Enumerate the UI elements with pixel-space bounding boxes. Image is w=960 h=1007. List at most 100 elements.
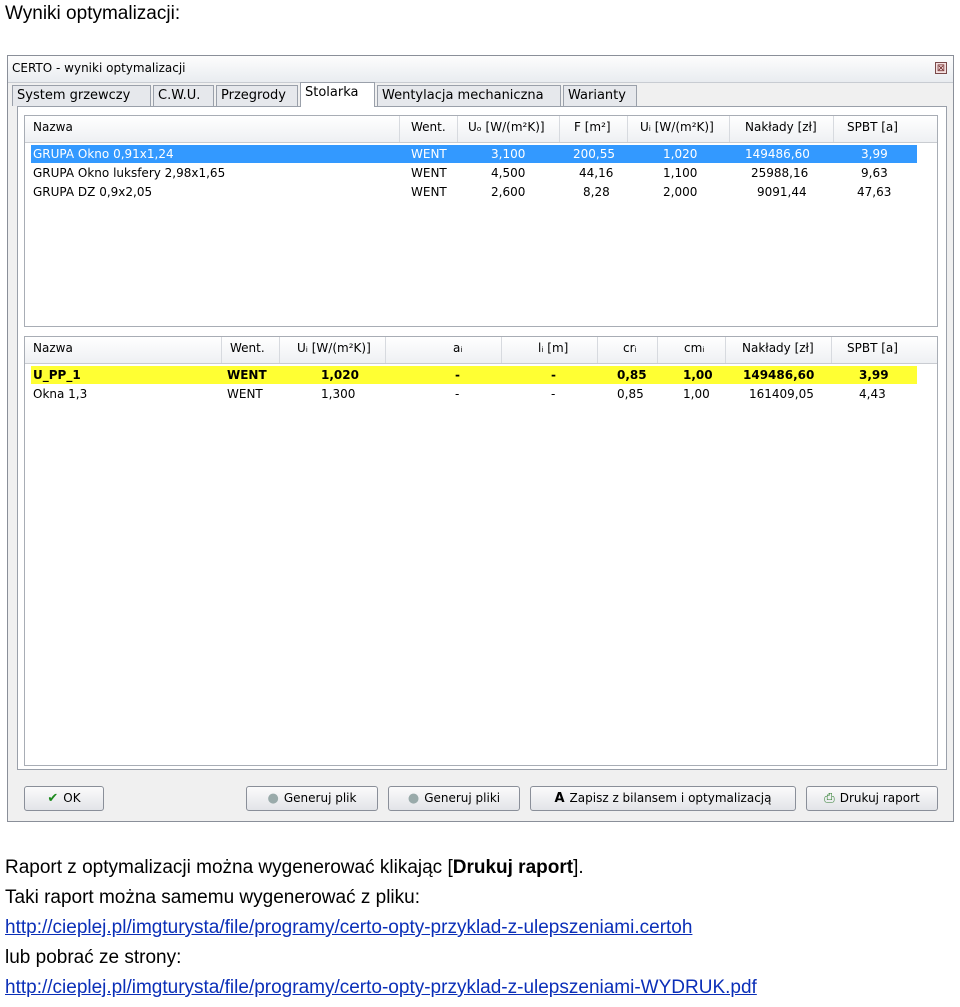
pdf-report-link[interactable]: http://cieplej.pl/imgturysta/file/progra… [5, 977, 757, 999]
stolarka-panel: Nazwa Went. Uₒ [W/(m²K)] F [m²] Uᵢ [W/(m… [17, 106, 947, 770]
cell-ui: 1,020 [321, 368, 359, 382]
cell-name: GRUPA Okno luksfery 2,98x1,65 [33, 166, 226, 180]
column-header[interactable]: Uᵢ [W/(m²K)] [640, 120, 714, 134]
cell-cr: 0,85 [617, 387, 644, 401]
cell-cr: 0,85 [617, 368, 647, 382]
cell-cost: 149486,60 [743, 368, 815, 382]
cell-cost: 25988,16 [751, 166, 809, 180]
bold-button-reference: Drukuj raport [452, 857, 574, 878]
cell-l: - [551, 368, 556, 382]
save-with-balance-button[interactable]: A Zapisz z bilansem i optymalizacją [530, 786, 796, 811]
column-header[interactable]: SPBT [a] [847, 120, 898, 134]
cell-spbt: 3,99 [861, 147, 888, 161]
cell-went: WENT [227, 387, 263, 401]
column-header[interactable]: Uₒ [W/(m²K)] [468, 120, 545, 134]
tab-stolarka[interactable]: Stolarka [300, 82, 375, 107]
cell-a: - [455, 387, 460, 401]
cell-name: U_PP_1 [33, 368, 81, 382]
column-header[interactable]: Went. [230, 341, 265, 355]
column-header[interactable]: Nazwa [33, 120, 73, 134]
cell-went: WENT [227, 368, 267, 382]
cell-ui: 1,300 [321, 387, 356, 401]
cell-spbt: 47,63 [857, 185, 892, 199]
table-header: Nazwa Went. Uᵢ [W/(m²K)] aᵢ lᵢ [m] crᵢ c… [25, 337, 937, 364]
disc-icon: ● [267, 791, 279, 806]
table-row[interactable]: GRUPA DZ 0,9x2,05 WENT 2,600 8,28 2,000 … [31, 183, 917, 201]
window-groups-table[interactable]: Nazwa Went. Uₒ [W/(m²K)] F [m²] Uᵢ [W/(m… [24, 115, 938, 327]
text-segment: Raport z optymalizacji można wygenerować… [5, 857, 453, 878]
column-header[interactable]: Nakłady [zł] [742, 341, 814, 355]
cell-spbt: 3,99 [859, 368, 889, 382]
tab-wentylacja-mechaniczna[interactable]: Wentylacja mechaniczna [377, 85, 561, 106]
tab-strip: System grzewczy C.W.U. Przegrody Stolark… [12, 82, 942, 107]
table-row[interactable]: Okna 1,3 WENT 1,300 - - 0,85 1,00 161409… [31, 385, 917, 403]
generate-files-button[interactable]: ● Generuj pliki [388, 786, 520, 811]
document-heading: Wyniki optymalizacji: [5, 3, 181, 24]
cell-cost: 149486,60 [745, 147, 810, 161]
cell-name: GRUPA Okno 0,91x1,24 [33, 147, 174, 161]
column-header[interactable]: cmᵢ [684, 341, 704, 355]
cell-cost: 9091,44 [757, 185, 807, 199]
cell-ui: 1,100 [663, 166, 698, 180]
paragraph-generate-from-file: Taki raport można samemu wygenerować z p… [5, 887, 421, 908]
cell-went: WENT [411, 166, 447, 180]
close-icon[interactable]: ⊠ [935, 62, 947, 74]
cell-cm: 1,00 [683, 387, 710, 401]
generate-files-label: Generuj pliki [424, 791, 501, 805]
column-header[interactable]: lᵢ [m] [538, 341, 568, 355]
tab-cwu[interactable]: C.W.U. [153, 85, 214, 106]
ok-button[interactable]: ✔ OK [24, 786, 104, 811]
column-header[interactable]: crᵢ [623, 341, 637, 355]
cell-ui: 1,020 [663, 147, 698, 161]
cell-name: GRUPA DZ 0,9x2,05 [33, 185, 153, 199]
printer-icon: ⎙ [824, 791, 835, 806]
results-window: CERTO - wyniki optymalizacji ⊠ System gr… [7, 55, 954, 822]
print-report-label: Drukuj raport [839, 791, 920, 805]
cell-uo: 4,500 [491, 166, 526, 180]
cell-name: Okna 1,3 [33, 387, 88, 401]
tab-system-grzewczy[interactable]: System grzewczy [12, 85, 151, 106]
column-header[interactable]: F [m²] [574, 120, 611, 134]
paragraph-download: lub pobrać ze strony: [5, 947, 182, 968]
generate-file-button[interactable]: ● Generuj plik [246, 786, 378, 811]
window-variants-table[interactable]: Nazwa Went. Uᵢ [W/(m²K)] aᵢ lᵢ [m] crᵢ c… [24, 336, 938, 766]
text-segment: ]. [573, 857, 584, 878]
tab-warianty[interactable]: Warianty [563, 85, 637, 106]
table-row[interactable]: U_PP_1 WENT 1,020 - - 0,85 1,00 149486,6… [31, 366, 917, 384]
column-header[interactable]: Went. [411, 120, 446, 134]
table-header: Nazwa Went. Uₒ [W/(m²K)] F [m²] Uᵢ [W/(m… [25, 116, 937, 143]
cell-ui: 2,000 [663, 185, 698, 199]
cell-area: 44,16 [579, 166, 614, 180]
cell-uo: 2,600 [491, 185, 526, 199]
cell-a: - [455, 368, 460, 382]
column-header[interactable]: aᵢ [453, 341, 463, 355]
tab-przegrody[interactable]: Przegrody [216, 85, 298, 106]
column-header[interactable]: Nazwa [33, 341, 73, 355]
save-with-balance-label: Zapisz z bilansem i optymalizacją [569, 791, 772, 805]
cell-l: - [551, 387, 556, 401]
font-a-icon: A [554, 791, 565, 806]
cell-spbt: 9,63 [861, 166, 888, 180]
table-row[interactable]: GRUPA Okno luksfery 2,98x1,65 WENT 4,500… [31, 164, 917, 182]
column-header[interactable]: Uᵢ [W/(m²K)] [297, 341, 371, 355]
window-title: CERTO - wyniki optymalizacji [12, 61, 186, 75]
certoh-file-link[interactable]: http://cieplej.pl/imgturysta/file/progra… [5, 917, 692, 939]
cell-went: WENT [411, 147, 447, 161]
table-row[interactable]: GRUPA Okno 0,91x1,24 WENT 3,100 200,55 1… [31, 145, 917, 163]
print-report-button[interactable]: ⎙ Drukuj raport [806, 786, 938, 811]
column-header[interactable]: Nakłady [zł] [745, 120, 817, 134]
cell-cost: 161409,05 [749, 387, 814, 401]
checkmark-icon: ✔ [47, 791, 59, 806]
cell-area: 8,28 [583, 185, 610, 199]
disc-icon: ● [407, 791, 420, 806]
cell-area: 200,55 [573, 147, 615, 161]
generate-file-label: Generuj plik [283, 791, 357, 805]
column-header[interactable]: SPBT [a] [847, 341, 898, 355]
cell-spbt: 4,43 [859, 387, 886, 401]
ok-button-label: OK [63, 791, 81, 805]
cell-uo: 3,100 [491, 147, 526, 161]
cell-went: WENT [411, 185, 447, 199]
paragraph-report-info: Raport z optymalizacji można wygenerować… [5, 857, 584, 879]
cell-cm: 1,00 [683, 368, 713, 382]
window-titlebar[interactable]: CERTO - wyniki optymalizacji ⊠ [8, 56, 953, 83]
